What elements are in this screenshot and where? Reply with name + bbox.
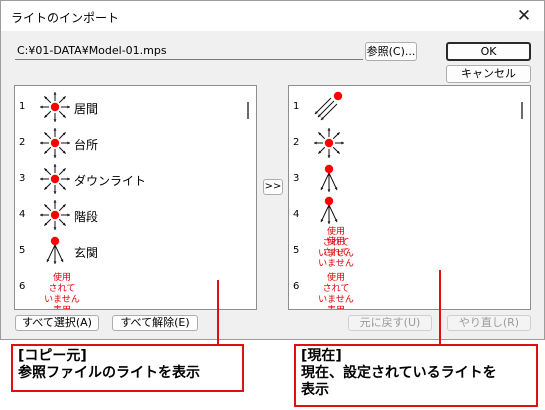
undo-button[interactable]: 元に戻す(U): [348, 315, 432, 331]
list-item[interactable]: 2: [289, 126, 517, 162]
transfer-button[interactable]: >>: [263, 179, 283, 195]
unused-text-line: いません: [318, 295, 354, 305]
list-item[interactable]: 5 玄関: [15, 234, 243, 270]
browse-button[interactable]: 参照(C)...: [365, 42, 417, 61]
list-item-number: 3: [19, 173, 26, 184]
list-item[interactable]: 6 使用されていません表用: [289, 270, 517, 309]
omni-light-icon: [38, 198, 72, 232]
cancel-button[interactable]: キャンセル: [446, 65, 531, 83]
unused-text: 使用 されて いません: [318, 237, 354, 270]
spot-light-icon: [312, 194, 346, 228]
list-item-label: 玄関: [74, 246, 99, 260]
current-callout: [現在] 現在、設定されているライトを 表示: [294, 344, 538, 407]
current-callout-title: [現在]: [301, 348, 342, 364]
list-item-number: 4: [19, 209, 26, 220]
dialog-title: ライトのインポート: [11, 11, 120, 25]
list-item-number: 6: [19, 281, 26, 292]
unused-text-partial: 表用: [44, 306, 80, 309]
list-item[interactable]: 1: [289, 90, 517, 126]
unused-text-line: されて: [322, 284, 350, 294]
omni-light-icon: [38, 90, 72, 124]
list-item[interactable]: 2 台所: [15, 126, 243, 162]
source-callout-line: [217, 280, 219, 346]
list-item-number: 4: [293, 209, 300, 220]
spot-light-icon: [38, 234, 72, 268]
unused-text-partial: 表用: [318, 306, 354, 309]
source-scrollbar-thumb[interactable]: [247, 102, 249, 119]
current-light-list[interactable]: 1234使用されていません5使用されていません6使用されていません表用: [288, 85, 531, 310]
omni-light-icon: [38, 126, 72, 160]
import-lights-dialog: ライトのインポート ✕ C:¥01-DATA¥Model-01.mps 参照(C…: [0, 0, 545, 340]
omni-light-icon: [312, 126, 346, 160]
source-callout-title: [コピー元]: [18, 348, 87, 364]
source-light-list[interactable]: 1 居間 2 台所 3 ダウンライト 4 階段 5 玄関 6 使用されていません表用: [14, 85, 257, 310]
list-item-label: ダウンライト: [74, 174, 147, 188]
list-item[interactable]: 5 使用 されて いません: [289, 234, 517, 270]
list-item-number: 5: [293, 245, 300, 256]
unused-text-line: いません: [44, 295, 80, 305]
list-item-number: 3: [293, 173, 300, 184]
current-callout-desc-2: 表示: [301, 382, 329, 398]
source-callout-desc: 参照ファイルのライトを表示: [18, 365, 200, 381]
list-item[interactable]: 1 居間: [15, 90, 243, 126]
omni-light-icon: [38, 162, 72, 196]
directional-light-icon: [312, 90, 346, 124]
list-item-label: 階段: [74, 210, 99, 224]
unused-text-line: されて: [322, 248, 350, 258]
list-item[interactable]: 6 使用されていません表用: [15, 270, 243, 309]
current-callout-desc-1: 現在、設定されているライトを: [301, 365, 497, 381]
unused-text-line: 使用: [326, 273, 345, 283]
list-item-number: 6: [293, 281, 300, 292]
current-scrollbar-thumb[interactable]: [521, 102, 523, 119]
redo-button[interactable]: やり直し(R): [447, 315, 531, 331]
list-item-number: 2: [293, 137, 300, 148]
list-item[interactable]: 4 使用 されて いません: [289, 196, 517, 259]
deselect-all-button[interactable]: すべて解除(E): [112, 315, 198, 331]
unused-text: 使用 されて いません: [318, 273, 354, 306]
list-item-number: 1: [293, 101, 300, 112]
list-item-number: 2: [19, 137, 26, 148]
select-all-button[interactable]: すべて選択(A): [15, 315, 99, 331]
list-item[interactable]: 4 階段: [15, 198, 243, 234]
unused-text-line: いません: [318, 259, 354, 269]
current-callout-line: [439, 270, 441, 345]
list-item[interactable]: 3: [289, 162, 517, 198]
close-icon[interactable]: ✕: [512, 4, 536, 28]
list-item-label: 台所: [74, 138, 99, 152]
file-path-field: C:¥01-DATA¥Model-01.mps: [15, 43, 363, 60]
list-item[interactable]: 3 ダウンライト: [15, 162, 243, 198]
spot-light-icon: [312, 162, 346, 196]
unused-text-line: 使用: [52, 273, 71, 283]
list-item-number: 1: [19, 101, 26, 112]
unused-text: 使用 されて いません: [44, 273, 80, 306]
unused-text-line: 使用: [326, 237, 345, 247]
list-item-number: 5: [19, 245, 26, 256]
source-callout: [コピー元] 参照ファイルのライトを表示: [11, 344, 244, 392]
list-item-label: 居間: [74, 102, 99, 116]
unused-text-line: されて: [48, 284, 76, 294]
ok-button[interactable]: OK: [446, 42, 531, 61]
title-bar: ライトのインポート ✕: [1, 1, 544, 31]
